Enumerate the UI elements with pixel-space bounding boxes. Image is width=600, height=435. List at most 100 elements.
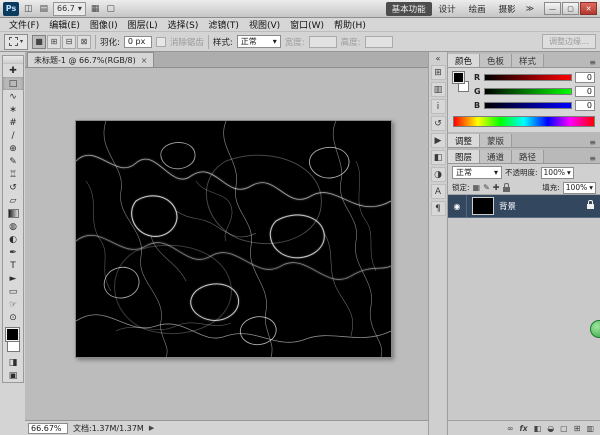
lock-position-icon[interactable]: ✚ (493, 183, 500, 192)
toolbox-grip[interactable] (3, 56, 23, 64)
width-input[interactable] (309, 36, 337, 48)
new-group-icon[interactable]: ▢ (560, 424, 568, 433)
tab-paths[interactable]: 路径 (512, 150, 544, 163)
color-spectrum-ramp[interactable] (453, 116, 595, 127)
green-channel-slider[interactable] (484, 88, 572, 95)
menu-filter[interactable]: 滤镜(T) (203, 18, 244, 31)
blur-tool[interactable]: ◍ (3, 220, 23, 233)
document-tab[interactable]: 未标题-1 @ 66.7%(RGB/8) × (27, 52, 154, 67)
layer-row-background[interactable]: ◉ 背景 (448, 195, 600, 218)
minimize-button[interactable]: — (544, 2, 561, 15)
eraser-tool[interactable]: ▱ (3, 194, 23, 207)
menu-file[interactable]: 文件(F) (4, 18, 44, 31)
feather-input[interactable]: 0 px (124, 36, 152, 48)
tab-color[interactable]: 颜色 (448, 54, 480, 67)
tab-layers[interactable]: 图层 (448, 150, 480, 163)
layer-mask-icon[interactable]: ◧ (534, 424, 542, 433)
lasso-tool[interactable]: ∿ (3, 90, 23, 103)
pen-tool[interactable]: ✒ (3, 246, 23, 259)
masks-panel-icon[interactable]: ◧ (431, 150, 446, 165)
workspace-design[interactable]: 设计 (433, 2, 462, 16)
red-channel-slider[interactable] (484, 74, 572, 81)
expand-dock-icon[interactable]: « (436, 52, 441, 64)
brush-tool[interactable]: ✎ (3, 155, 23, 168)
lock-transparency-icon[interactable]: ▦ (473, 183, 481, 192)
navigator-panel-icon[interactable]: ⊞ (431, 65, 446, 80)
panel-menu-icon[interactable]: ≡ (585, 58, 600, 67)
workspace-essentials[interactable]: 基本功能 (386, 2, 432, 16)
blue-channel-slider[interactable] (484, 102, 572, 109)
blue-channel-value[interactable]: 0 (575, 100, 595, 111)
panel-menu-icon[interactable]: ≡ (585, 138, 600, 147)
intersect-selection-icon[interactable]: ⊠ (77, 35, 91, 49)
arrange-documents-icon[interactable]: ▦ (89, 4, 102, 14)
layer-style-icon[interactable]: fx (520, 424, 528, 433)
green-channel-value[interactable]: 0 (575, 86, 595, 97)
move-tool[interactable]: ✚ (3, 64, 23, 77)
antialias-checkbox[interactable] (156, 37, 166, 47)
menu-window[interactable]: 窗口(W) (285, 18, 329, 31)
new-layer-icon[interactable]: ⊞ (574, 424, 581, 433)
hand-tool[interactable]: ☞ (3, 298, 23, 311)
panel-menu-icon[interactable]: ≡ (585, 154, 600, 163)
type-tool[interactable]: T (3, 259, 23, 272)
tab-channels[interactable]: 通道 (480, 150, 512, 163)
canvas-background[interactable] (25, 68, 428, 420)
zoom-level-control[interactable]: 66.7 ▾ (53, 2, 86, 16)
tab-masks[interactable]: 蒙版 (480, 134, 512, 147)
close-button[interactable]: ✕ (580, 2, 597, 15)
refine-edge-button[interactable]: 调整边缘… (542, 34, 596, 49)
tab-styles[interactable]: 样式 (512, 54, 544, 67)
adjustments-panel-icon[interactable]: ◑ (431, 167, 446, 182)
lock-pixels-icon[interactable]: ✎ (483, 183, 490, 192)
foreground-color-swatch[interactable] (6, 328, 19, 341)
status-zoom-input[interactable]: 66.67% (28, 423, 68, 434)
screen-mode-icon[interactable]: ▢ (104, 4, 117, 14)
visibility-cell[interactable]: ◉ (448, 195, 467, 217)
workspace-overflow-icon[interactable]: ≫ (523, 4, 537, 13)
subtract-from-selection-icon[interactable]: ⊟ (62, 35, 76, 49)
menu-select[interactable]: 选择(S) (163, 18, 204, 31)
tab-swatches[interactable]: 色板 (480, 54, 512, 67)
canvas-image[interactable] (75, 120, 392, 358)
quick-selection-tool[interactable]: ∗ (3, 103, 23, 116)
rectangular-marquee-tool[interactable]: □ (3, 77, 23, 90)
delete-layer-icon[interactable]: ▥ (586, 424, 594, 433)
status-flyout-icon[interactable]: ▶ (149, 424, 154, 432)
red-channel-value[interactable]: 0 (575, 72, 595, 83)
menu-image[interactable]: 图像(I) (85, 18, 123, 31)
path-selection-tool[interactable]: ► (3, 272, 23, 285)
add-to-selection-icon[interactable]: ⊞ (47, 35, 61, 49)
view-extras-icon[interactable]: ▤ (38, 4, 51, 14)
info-panel-icon[interactable]: i (431, 99, 446, 114)
tab-adjustments[interactable]: 调整 (448, 134, 480, 147)
restore-button[interactable]: ▢ (562, 2, 579, 15)
histogram-panel-icon[interactable]: ▥ (431, 82, 446, 97)
gradient-tool[interactable] (3, 207, 23, 220)
history-brush-tool[interactable]: ↺ (3, 181, 23, 194)
menu-help[interactable]: 帮助(H) (329, 18, 371, 31)
character-panel-icon[interactable]: A (431, 184, 446, 199)
opacity-value[interactable]: 100% ▾ (541, 167, 574, 179)
crop-tool[interactable]: # (3, 116, 23, 129)
fill-value[interactable]: 100% ▾ (563, 182, 596, 194)
paragraph-panel-icon[interactable]: ¶ (431, 201, 446, 216)
dodge-tool[interactable]: ◐ (3, 233, 23, 246)
new-selection-icon[interactable]: ■ (32, 35, 46, 49)
workspace-photography[interactable]: 摄影 (493, 2, 522, 16)
foreground-color-swatch[interactable] (453, 72, 464, 83)
menu-layer[interactable]: 图层(L) (123, 18, 163, 31)
link-layers-icon[interactable]: ∞ (507, 424, 514, 433)
tab-close-icon[interactable]: × (141, 56, 148, 65)
screen-mode-button[interactable]: ▣ (3, 369, 23, 382)
workspace-painting[interactable]: 绘画 (463, 2, 492, 16)
menu-view[interactable]: 视图(V) (244, 18, 285, 31)
history-panel-icon[interactable]: ↺ (431, 116, 446, 131)
height-input[interactable] (365, 36, 393, 48)
zoom-tool[interactable]: ⊙ (3, 311, 23, 324)
tool-preset-picker[interactable]: ▾ (4, 34, 28, 50)
style-select[interactable]: 正常 ▾ (237, 35, 281, 48)
layer-thumbnail[interactable] (472, 197, 494, 215)
lock-all-icon[interactable] (503, 187, 510, 192)
clone-stamp-tool[interactable]: ♖ (3, 168, 23, 181)
